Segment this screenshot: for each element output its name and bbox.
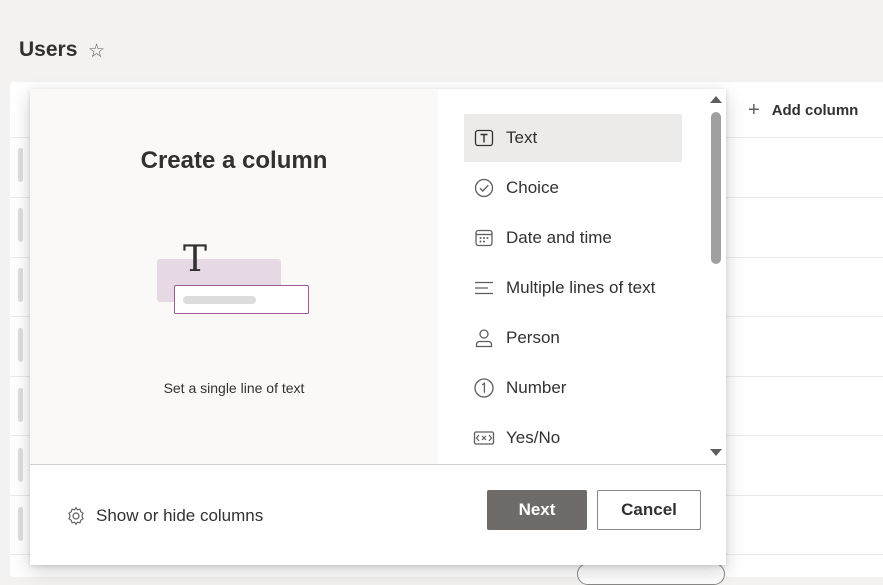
illustration-placeholder-bar <box>183 296 256 304</box>
create-column-dialog: Create a column T Set a single line of t… <box>30 89 726 565</box>
floating-pill-button[interactable] <box>577 563 725 585</box>
row-selector[interactable] <box>18 328 23 362</box>
column-type-person[interactable]: Person <box>464 314 682 362</box>
number-icon <box>473 377 495 399</box>
page-title: Users <box>19 38 78 61</box>
column-type-multiple-lines-of-text[interactable]: Multiple lines of text <box>464 264 704 312</box>
add-column-button[interactable]: + Add column <box>748 98 858 122</box>
column-type-label: Number <box>506 378 567 397</box>
scroll-down-arrow-icon[interactable] <box>710 449 722 456</box>
column-type-label: Multiple lines of text <box>506 278 656 297</box>
scroll-up-arrow-icon[interactable] <box>710 96 722 103</box>
favorite-star-icon[interactable]: ☆ <box>88 40 105 63</box>
yes-no-icon <box>473 427 495 449</box>
column-type-description: Set a single line of text <box>163 380 305 396</box>
column-type-label: Choice <box>506 178 559 197</box>
calendar-icon <box>473 227 495 249</box>
column-type-label: Date and time <box>506 228 612 247</box>
row-selector[interactable] <box>18 388 23 422</box>
gear-icon <box>68 506 84 526</box>
next-button[interactable]: Next <box>487 490 587 530</box>
choice-icon <box>473 177 495 199</box>
column-type-text[interactable]: Text <box>464 114 682 162</box>
illustration-text-field <box>174 285 309 314</box>
row-selector[interactable] <box>18 448 23 482</box>
row-selector[interactable] <box>18 507 23 541</box>
row-selector[interactable] <box>18 268 23 302</box>
row-selector[interactable] <box>18 148 23 182</box>
column-type-choice[interactable]: Choice <box>464 164 682 212</box>
column-type-label: Yes/No <box>506 428 561 447</box>
show-hide-columns-label: Show or hide columns <box>96 506 264 525</box>
column-type-date-and-time[interactable]: Date and time <box>464 214 682 262</box>
add-column-label: Add column <box>771 101 859 119</box>
multiline-text-icon <box>473 277 495 299</box>
cancel-button[interactable]: Cancel <box>597 490 701 530</box>
person-icon <box>473 327 495 349</box>
text-cursor-icon: T <box>183 239 208 280</box>
column-preview-pane: Create a column T Set a single line of t… <box>30 89 438 464</box>
row-selector[interactable] <box>18 208 23 242</box>
text-icon <box>473 127 495 149</box>
plus-icon: + <box>748 98 760 121</box>
column-type-yes-no[interactable]: Yes/No <box>464 414 682 462</box>
dialog-title: Create a column <box>140 147 328 174</box>
column-type-label: Text <box>506 128 538 147</box>
footer-divider <box>30 464 726 465</box>
scrollbar-thumb[interactable] <box>711 112 721 264</box>
column-type-label: Person <box>506 328 560 347</box>
show-hide-columns-link[interactable]: Show or hide columns <box>66 503 263 529</box>
type-list-scrollbar[interactable] <box>707 89 726 464</box>
text-column-illustration: T <box>155 242 315 322</box>
page-header: Users ☆ <box>0 0 883 82</box>
column-type-number[interactable]: Number <box>464 364 682 412</box>
column-type-list: Text Choice Date and time Multiple lines… <box>438 89 726 464</box>
